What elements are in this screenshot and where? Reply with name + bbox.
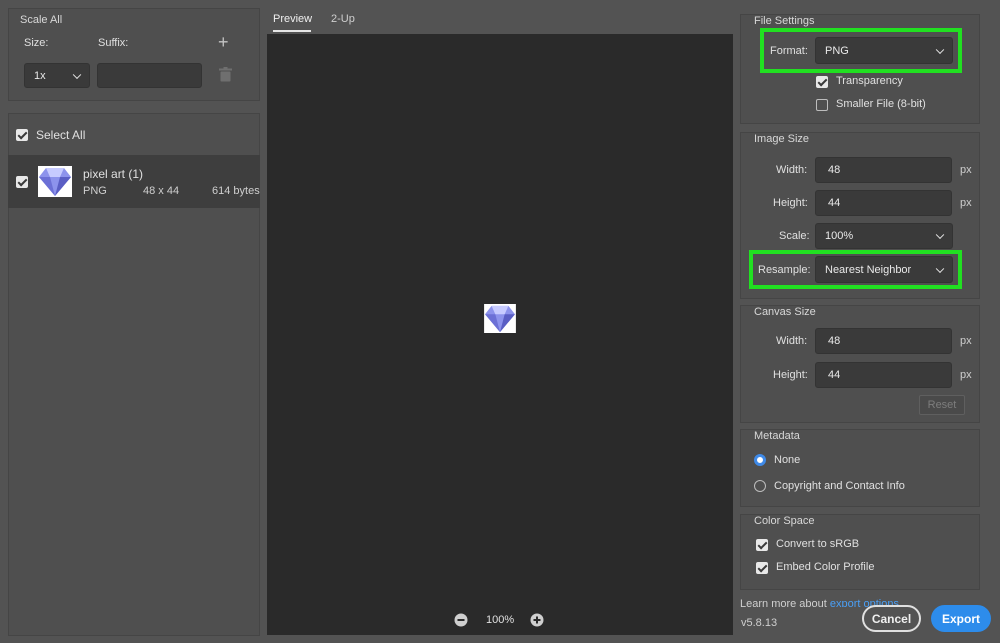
metadata-copyright-label: Copyright and Contact Info — [774, 480, 905, 492]
tab-preview-underline — [273, 30, 311, 32]
learn-more-prefix: Learn more about — [740, 598, 830, 607]
asset-checkbox[interactable] — [16, 176, 28, 188]
zoom-in-icon[interactable] — [530, 613, 544, 627]
image-width-label: Width: — [776, 164, 808, 176]
transparency-label: Transparency — [836, 75, 903, 87]
canvas-height-label: Height: — [773, 369, 808, 381]
format-value: PNG — [825, 44, 849, 57]
convert-srgb-label: Convert to sRGB — [776, 538, 860, 550]
select-all-label: Select All — [36, 128, 86, 142]
asset-name: pixel art (1) — [83, 167, 144, 181]
suffix-label: Suffix: — [98, 37, 129, 49]
resample-value: Nearest Neighbor — [825, 263, 912, 276]
canvas-width-unit: px — [960, 335, 972, 347]
image-height-input[interactable]: 44 — [815, 190, 952, 216]
convert-srgb-checkbox[interactable] — [756, 539, 768, 551]
file-settings-title: File Settings — [754, 15, 815, 27]
scale-all-title: Scale All — [20, 14, 63, 26]
smaller-file-label: Smaller File (8-bit) — [836, 98, 926, 110]
format-label: Format: — [770, 45, 808, 57]
asset-thumbnail — [38, 166, 72, 197]
chevron-down-icon — [935, 230, 945, 240]
chevron-down-icon — [72, 70, 82, 79]
embed-profile-checkbox[interactable] — [756, 562, 768, 574]
image-width-unit: px — [960, 164, 972, 176]
asset-dimensions: 48 x 44 — [143, 185, 180, 197]
chevron-down-icon — [935, 45, 945, 54]
size-select-value: 1x — [34, 69, 46, 82]
scale-label: Scale: — [779, 230, 810, 242]
cancel-label: Cancel — [871, 611, 912, 626]
size-select[interactable]: 1x — [24, 63, 90, 88]
add-scale-icon[interactable]: + — [218, 32, 229, 53]
export-label: Export — [941, 611, 980, 626]
format-select[interactable]: PNG — [815, 37, 953, 64]
select-all-checkbox[interactable] — [16, 129, 28, 141]
canvas-size-title: Canvas Size — [754, 306, 816, 318]
tab-2up[interactable]: 2-Up — [331, 13, 355, 25]
canvas-width-input[interactable]: 48 — [815, 328, 952, 354]
image-width-input[interactable]: 48 — [815, 157, 952, 183]
color-space-title: Color Space — [754, 515, 815, 527]
trash-icon[interactable] — [219, 67, 232, 82]
resample-label: Resample: — [758, 264, 811, 276]
scale-value: 100% — [825, 230, 854, 242]
asset-format: PNG — [83, 185, 107, 197]
preview-image — [484, 304, 516, 333]
embed-profile-label: Embed Color Profile — [776, 561, 875, 573]
canvas-width-label: Width: — [776, 335, 808, 347]
preview-canvas[interactable] — [267, 34, 733, 635]
tab-preview[interactable]: Preview — [273, 13, 312, 25]
scale-select[interactable]: 100% — [815, 223, 953, 249]
zoom-level: 100% — [486, 614, 515, 626]
metadata-none-label: None — [774, 454, 801, 466]
export-button[interactable]: Export — [931, 605, 991, 632]
metadata-none-radio[interactable] — [754, 454, 766, 466]
image-height-label: Height: — [773, 197, 808, 209]
metadata-title: Metadata — [754, 430, 800, 442]
suffix-input[interactable] — [97, 63, 202, 88]
version-label: v5.8.13 — [741, 617, 778, 629]
zoom-out-icon[interactable] — [454, 613, 468, 627]
canvas-height-unit: px — [960, 369, 972, 381]
image-size-title: Image Size — [754, 133, 810, 145]
chevron-down-icon — [935, 264, 945, 273]
reset-button[interactable]: Reset — [919, 395, 965, 415]
cancel-button[interactable]: Cancel — [862, 605, 921, 632]
image-height-unit: px — [960, 197, 972, 209]
resample-select[interactable]: Nearest Neighbor — [815, 256, 953, 283]
reset-label: Reset — [927, 399, 957, 411]
asset-filesize: 614 bytes — [212, 185, 260, 197]
metadata-copyright-radio[interactable] — [754, 480, 766, 492]
smaller-file-checkbox[interactable] — [816, 99, 828, 111]
canvas-height-input[interactable]: 44 — [815, 362, 952, 388]
transparency-checkbox[interactable] — [816, 76, 828, 88]
size-label: Size: — [24, 37, 49, 49]
